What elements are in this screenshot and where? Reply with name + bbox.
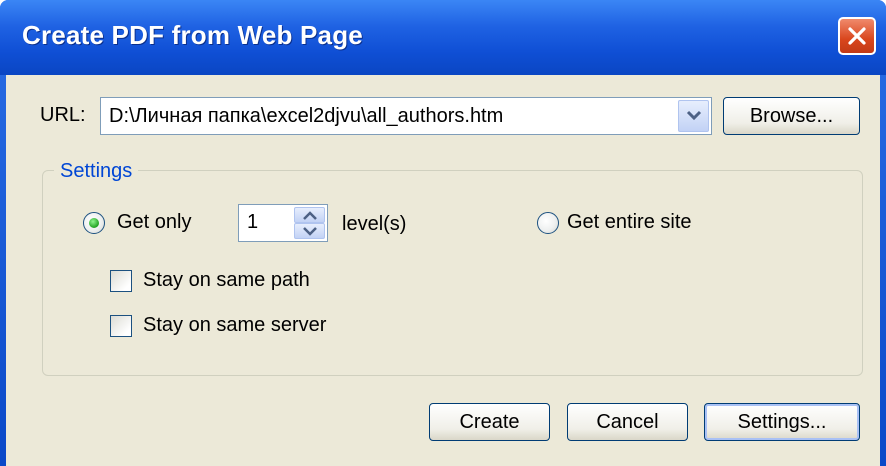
same-path-label[interactable]: Stay on same path: [143, 269, 310, 292]
spin-up-button[interactable]: [294, 207, 325, 223]
chevron-down-icon: [686, 110, 702, 121]
levels-unit-label: level(s): [342, 213, 407, 235]
same-path-checkbox[interactable]: [110, 270, 132, 292]
close-button[interactable]: [838, 17, 876, 55]
same-server-checkbox[interactable]: [110, 315, 132, 337]
browse-button[interactable]: Browse...: [723, 97, 860, 135]
title-bar[interactable]: Create PDF from Web Page: [0, 0, 886, 75]
arrow-up-icon: [303, 211, 317, 220]
levels-value[interactable]: 1: [247, 211, 258, 234]
url-value[interactable]: D:\Личная папка\excel2djvu\all_authors.h…: [109, 105, 503, 128]
entire-site-radio[interactable]: [537, 212, 559, 234]
url-dropdown-button[interactable]: [678, 100, 709, 132]
same-server-label[interactable]: Stay on same server: [143, 314, 326, 337]
url-combobox[interactable]: D:\Личная папка\excel2djvu\all_authors.h…: [100, 97, 712, 135]
get-only-radio[interactable]: [83, 212, 105, 234]
levels-spinner[interactable]: 1: [238, 204, 328, 242]
window-title: Create PDF from Web Page: [22, 20, 363, 50]
arrow-down-icon: [303, 227, 317, 236]
close-icon: [848, 27, 866, 45]
entire-site-label[interactable]: Get entire site: [567, 211, 692, 234]
cancel-button[interactable]: Cancel: [567, 403, 688, 441]
create-button[interactable]: Create: [429, 403, 550, 441]
spin-down-button[interactable]: [294, 223, 325, 239]
settings-button[interactable]: Settings...: [704, 403, 860, 441]
settings-group-title: Settings: [54, 160, 139, 183]
radio-selected-dot: [89, 218, 99, 228]
url-label: URL:: [40, 104, 86, 126]
get-only-label[interactable]: Get only: [117, 211, 191, 234]
